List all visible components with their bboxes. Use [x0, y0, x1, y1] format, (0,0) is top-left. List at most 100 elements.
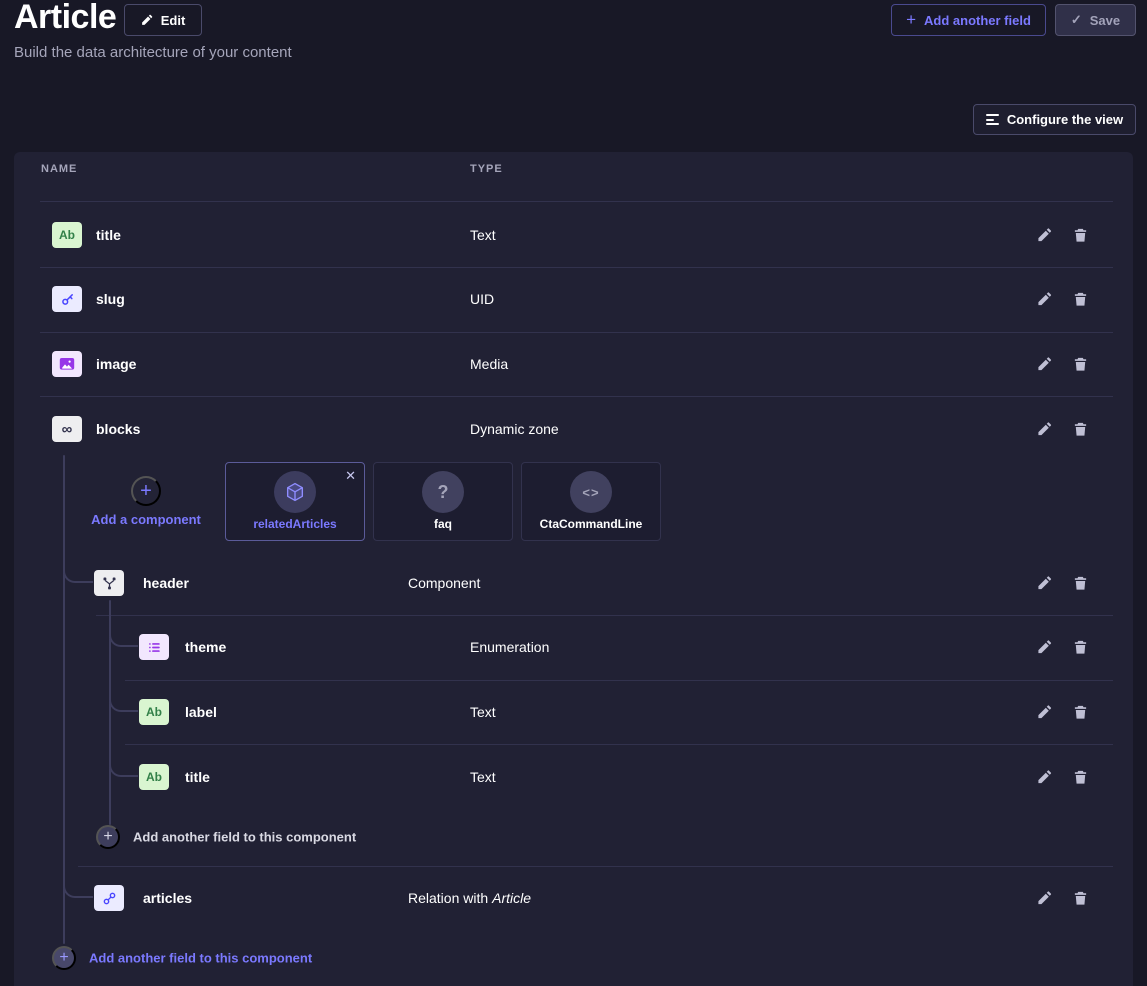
field-type: Media: [470, 356, 508, 372]
field-type: Component: [408, 575, 480, 591]
field-name: label: [185, 704, 217, 720]
pencil-icon: [1037, 640, 1052, 655]
pencil-icon: [1037, 292, 1052, 307]
configure-view-label: Configure the view: [1007, 112, 1123, 127]
add-another-field-label: Add another field: [924, 13, 1031, 28]
component-card-label: CtaCommandLine: [522, 517, 660, 531]
pencil-icon: [1037, 770, 1052, 785]
row-separator: [40, 201, 1113, 202]
trash-icon: [1073, 770, 1088, 785]
add-component-button[interactable]: +: [131, 476, 161, 506]
row-separator: [40, 267, 1113, 268]
tree-elbow: [109, 696, 138, 712]
page-subtitle: Build the data architecture of your cont…: [14, 44, 292, 61]
field-type: UID: [470, 291, 494, 307]
field-type: Dynamic zone: [470, 421, 559, 437]
row-separator: [96, 615, 1113, 616]
edit-field-button[interactable]: [1037, 422, 1052, 437]
trash-icon: [1073, 292, 1088, 307]
cube-icon: [274, 471, 316, 513]
pencil-icon: [1037, 228, 1052, 243]
field-name: image: [96, 356, 136, 372]
pencil-icon: [1037, 891, 1052, 906]
edit-field-button[interactable]: [1037, 228, 1052, 243]
delete-field-button[interactable]: [1073, 891, 1088, 906]
delete-field-button[interactable]: [1073, 770, 1088, 785]
field-type: Enumeration: [470, 639, 549, 655]
tree-elbow: [109, 761, 138, 777]
column-header-type: TYPE: [470, 163, 503, 175]
configure-view-button[interactable]: Configure the view: [973, 104, 1136, 135]
field-type: Text: [470, 769, 496, 785]
filter-lines-icon: [986, 114, 999, 125]
component-icon: [94, 570, 124, 596]
trash-icon: [1073, 891, 1088, 906]
field-name: header: [143, 575, 189, 591]
trash-icon: [1073, 422, 1088, 437]
field-type: Text: [470, 227, 496, 243]
edit-field-button[interactable]: [1037, 891, 1052, 906]
field-name: theme: [185, 639, 226, 655]
delete-field-button[interactable]: [1073, 357, 1088, 372]
tree-elbow: [63, 882, 93, 898]
dynamic-zone-icon: ∞: [52, 416, 82, 442]
question-icon: ?: [422, 471, 464, 513]
pencil-icon: [141, 14, 153, 26]
page-title: Article: [14, 0, 116, 37]
delete-field-button[interactable]: [1073, 640, 1088, 655]
delete-field-button[interactable]: [1073, 292, 1088, 307]
field-name: blocks: [96, 421, 140, 437]
component-card-label: relatedArticles: [226, 517, 364, 531]
pencil-icon: [1037, 576, 1052, 591]
component-card-faq[interactable]: ? faq: [373, 462, 513, 541]
add-field-to-zone-button[interactable]: +: [52, 946, 76, 970]
component-card-ctacommandline[interactable]: <> CtaCommandLine: [521, 462, 661, 541]
field-name: title: [185, 769, 210, 785]
edit-button[interactable]: Edit: [124, 4, 202, 36]
relation-icon: [94, 885, 124, 911]
delete-field-button[interactable]: [1073, 228, 1088, 243]
media-field-icon: [52, 351, 82, 377]
delete-field-button[interactable]: [1073, 422, 1088, 437]
edit-field-button[interactable]: [1037, 576, 1052, 591]
field-type: Text: [470, 704, 496, 720]
add-field-to-component-label[interactable]: Add another field to this component: [133, 830, 356, 845]
add-another-field-button[interactable]: + Add another field: [891, 4, 1046, 36]
text-field-icon: Ab: [139, 699, 169, 725]
field-name: title: [96, 227, 121, 243]
edit-button-label: Edit: [161, 13, 186, 28]
check-icon: ✓: [1071, 12, 1082, 28]
add-field-to-zone-label[interactable]: Add another field to this component: [89, 951, 312, 966]
plus-icon: +: [59, 949, 68, 967]
trash-icon: [1073, 228, 1088, 243]
component-card-relatedarticles[interactable]: ✕ relatedArticles: [225, 462, 365, 541]
add-component-label[interactable]: Add a component: [80, 512, 212, 527]
relation-target: Article: [492, 890, 531, 906]
row-separator: [125, 680, 1113, 681]
close-icon: ✕: [345, 468, 356, 483]
pencil-icon: [1037, 357, 1052, 372]
delete-field-button[interactable]: [1073, 576, 1088, 591]
field-name: slug: [96, 291, 125, 307]
plus-icon: +: [140, 480, 152, 503]
save-button[interactable]: ✓ Save: [1055, 4, 1136, 36]
plus-icon: +: [103, 828, 112, 846]
fields-table: NAME TYPE Ab title Text slug UID image: [14, 152, 1133, 986]
remove-component-button[interactable]: ✕: [343, 467, 358, 484]
trash-icon: [1073, 357, 1088, 372]
trash-icon: [1073, 576, 1088, 591]
tree-elbow: [63, 567, 93, 583]
row-separator: [125, 744, 1113, 745]
edit-field-button[interactable]: [1037, 705, 1052, 720]
save-button-label: Save: [1090, 13, 1120, 28]
delete-field-button[interactable]: [1073, 705, 1088, 720]
text-field-icon: Ab: [139, 764, 169, 790]
add-field-to-component-button[interactable]: +: [96, 825, 120, 849]
enumeration-icon: [139, 634, 169, 660]
row-separator: [78, 866, 1113, 867]
text-field-icon: Ab: [52, 222, 82, 248]
edit-field-button[interactable]: [1037, 640, 1052, 655]
edit-field-button[interactable]: [1037, 292, 1052, 307]
edit-field-button[interactable]: [1037, 770, 1052, 785]
edit-field-button[interactable]: [1037, 357, 1052, 372]
